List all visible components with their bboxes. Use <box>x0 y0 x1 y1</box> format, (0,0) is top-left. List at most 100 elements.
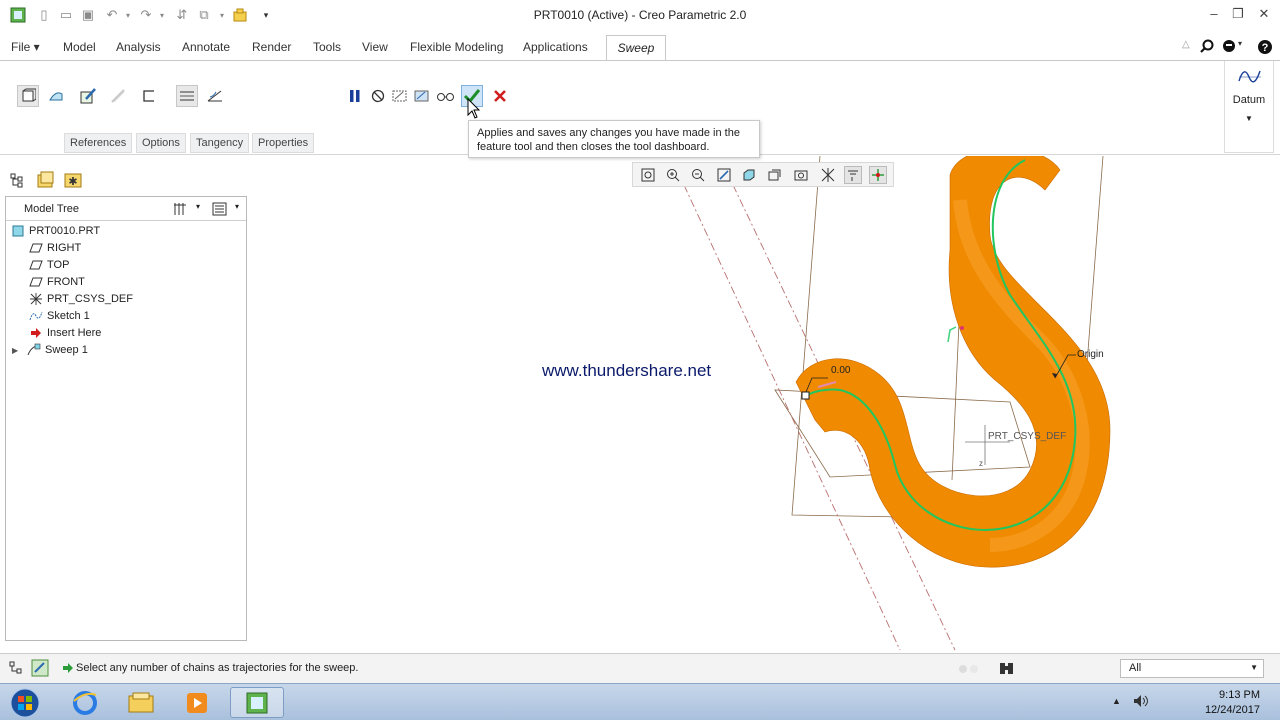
clock-date: 12/24/2017 <box>1204 704 1260 716</box>
tree-item-label: Insert Here <box>47 327 102 339</box>
subtab-tangency[interactable]: Tangency <box>190 133 250 153</box>
pause-icon[interactable] <box>344 85 366 107</box>
search-icon[interactable] <box>1200 39 1214 56</box>
csys-z-label: z <box>979 459 983 468</box>
start-point-handle[interactable] <box>801 391 810 400</box>
datum-icon <box>1237 67 1263 90</box>
graphics-toolbar <box>632 162 894 187</box>
csys-icon <box>28 292 44 306</box>
browser-toggle-icon[interactable] <box>31 659 49 680</box>
tab-annotate[interactable]: Annotate <box>182 40 230 54</box>
refit-icon[interactable] <box>639 166 657 184</box>
datum-group[interactable]: Datum ▼ <box>1224 61 1274 153</box>
mouse-cursor-icon <box>467 97 481 123</box>
file-explorer-icon[interactable] <box>114 687 168 718</box>
model-viewport[interactable]: 0.00 Origin PRT_CSYS_DEF z <box>248 156 1280 653</box>
tab-tools[interactable]: Tools <box>313 40 341 54</box>
graphics-window[interactable]: 0.00 Origin PRT_CSYS_DEF z <box>248 156 1280 653</box>
model-tree-tab-icon[interactable] <box>9 172 25 191</box>
restore-button[interactable]: ❐ <box>1228 6 1248 24</box>
clock-time: 9:13 PM <box>1219 689 1260 701</box>
attached-preview-icon[interactable] <box>389 85 411 107</box>
tree-item-label: Sweep 1 <box>45 344 88 356</box>
system-clock[interactable]: 9:13 PM 12/24/2017 <box>1205 688 1260 718</box>
part-icon <box>10 224 26 238</box>
help-icon[interactable]: ? <box>1257 39 1273 58</box>
tree-item-top[interactable]: TOP <box>28 257 69 273</box>
model-tree-header: Model Tree ▾ ▾ <box>6 197 246 221</box>
datum-plane-icon <box>28 275 44 289</box>
community-icon[interactable] <box>1222 39 1238 56</box>
folder-browser-tab-icon[interactable] <box>36 171 56 192</box>
tree-item-sweep[interactable]: ▶ Sweep 1 <box>12 342 88 358</box>
surface-sweep-icon[interactable] <box>45 85 67 107</box>
tree-item-insert-here[interactable]: Insert Here <box>28 325 101 341</box>
selection-filter-select[interactable]: All ▼ <box>1120 659 1264 678</box>
find-icon[interactable] <box>998 660 1016 679</box>
subtab-properties[interactable]: Properties <box>252 133 315 153</box>
svg-text:?: ? <box>1262 42 1269 54</box>
minimize-button[interactable]: – <box>1204 6 1224 24</box>
chevron-down-icon: ▼ <box>1250 663 1258 672</box>
tab-applications[interactable]: Applications <box>523 40 588 54</box>
cancel-x-icon[interactable] <box>489 85 511 107</box>
tree-item-front[interactable]: FRONT <box>28 274 85 290</box>
thicken-icon[interactable] <box>138 85 160 107</box>
constant-section-icon[interactable] <box>176 85 198 107</box>
sketch-section-icon[interactable] <box>77 85 99 107</box>
tree-show-icon[interactable] <box>212 201 228 220</box>
media-player-icon[interactable] <box>170 687 224 718</box>
expand-arrow-icon[interactable]: ▶ <box>12 346 26 355</box>
show-hidden-icons[interactable]: ▲ <box>1112 696 1121 706</box>
tree-item-csys[interactable]: PRT_CSYS_DEF <box>28 291 133 307</box>
datum-display-filters-icon[interactable] <box>819 166 837 184</box>
subtab-options[interactable]: Options <box>136 133 186 153</box>
variable-section-icon[interactable] <box>204 85 226 107</box>
volume-icon[interactable] <box>1132 693 1150 712</box>
datum-label: Datum <box>1232 94 1266 106</box>
start-button[interactable] <box>0 687 50 718</box>
datum-dropdown-icon[interactable]: ▼ <box>1225 114 1273 123</box>
community-dropdown-icon[interactable]: ▾ <box>1238 39 1242 48</box>
tree-item-sketch[interactable]: Sketch 1 <box>28 308 90 324</box>
repaint-icon[interactable] <box>715 166 733 184</box>
tab-render[interactable]: Render <box>252 40 291 54</box>
saved-orientations-icon[interactable] <box>765 166 783 184</box>
tree-item-part[interactable]: PRT0010.PRT <box>10 223 100 239</box>
creo-taskbar-button[interactable] <box>230 687 284 718</box>
spin-center-icon[interactable] <box>869 166 887 184</box>
solid-sweep-icon[interactable] <box>17 85 39 107</box>
display-style-icon[interactable] <box>740 166 758 184</box>
tree-show-dropdown-icon[interactable]: ▾ <box>235 202 239 211</box>
dimension-value[interactable]: 0.00 <box>831 365 851 376</box>
tree-settings-dropdown-icon[interactable]: ▾ <box>196 202 200 211</box>
tab-file[interactable]: File ▾ <box>11 40 40 54</box>
tree-item-label: PRT0010.PRT <box>29 225 101 237</box>
annotation-display-icon[interactable] <box>844 166 862 184</box>
selection-filter-value: All <box>1129 662 1142 674</box>
tree-item-label: PRT_CSYS_DEF <box>47 293 133 305</box>
tab-analysis[interactable]: Analysis <box>116 40 161 54</box>
view-manager-icon[interactable] <box>792 166 810 184</box>
glasses-preview-icon[interactable] <box>435 85 457 107</box>
close-button[interactable]: ✕ <box>1254 6 1274 24</box>
zoom-out-icon[interactable] <box>689 166 707 184</box>
favorites-tab-icon[interactable]: ✱ <box>63 171 83 192</box>
tree-item-right[interactable]: RIGHT <box>28 240 81 256</box>
no-preview-icon[interactable] <box>367 85 389 107</box>
model-tree-title: Model Tree <box>24 203 80 215</box>
verify-preview-icon[interactable] <box>411 85 433 107</box>
tree-settings-icon[interactable] <box>172 201 190 220</box>
zoom-in-icon[interactable] <box>664 166 682 184</box>
internet-explorer-icon[interactable] <box>58 687 112 718</box>
tab-sweep[interactable]: Sweep <box>606 35 666 61</box>
subtab-references[interactable]: References <box>64 133 133 153</box>
collapse-ribbon-icon[interactable]: △ <box>1182 39 1190 50</box>
ribbon-tab-bar: File ▾ Model Analysis Annotate Render To… <box>0 35 1280 61</box>
tab-flexible-modeling[interactable]: Flexible Modeling <box>410 40 503 54</box>
navigator-toggle-icon[interactable] <box>8 660 24 679</box>
watermark-text: www.thundershare.net <box>542 361 712 380</box>
tab-view[interactable]: View <box>362 40 388 54</box>
tab-model[interactable]: Model <box>63 40 96 54</box>
remove-material-icon[interactable] <box>107 85 129 107</box>
